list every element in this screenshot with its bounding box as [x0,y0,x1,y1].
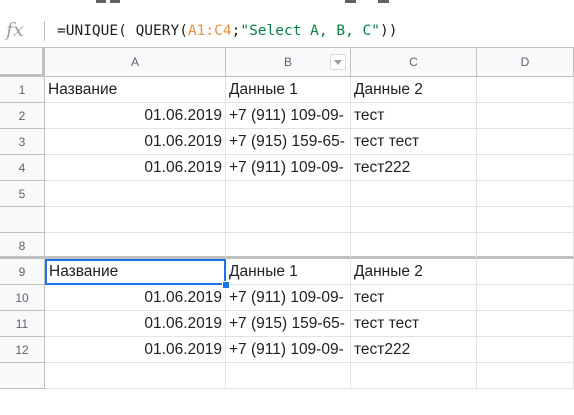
column-header-d[interactable]: D [477,48,574,77]
grid-cell[interactable]: тест тест [351,129,477,155]
grid-cell[interactable] [226,207,351,233]
grid-cell[interactable] [477,77,574,103]
row-header[interactable]: 11 [0,311,45,337]
grid-cell[interactable] [477,311,574,337]
grid-cell[interactable]: Данные 2 [351,77,477,103]
grid-cell[interactable]: тест222 [351,155,477,181]
toolbar-icon[interactable] [110,0,120,3]
toolbar-icon[interactable] [96,0,106,3]
grid-cell[interactable]: Название [45,77,226,103]
row-header[interactable]: 12 [0,337,45,363]
table-row: 3 01.06.2019 +7 (915) 159-65- тест тест [0,129,574,155]
grid-cell[interactable] [226,181,351,207]
grid-cell[interactable] [351,181,477,207]
grid-cell[interactable]: +7 (915) 159-65- [226,311,351,337]
formula-string-literal: "Select A, B, C" [240,23,381,39]
column-header-row: A B C D [0,48,574,77]
column-label: B [283,55,292,69]
formula-bar: fx =UNIQUE( QUERY(A1:C4;"Select A, B, C"… [0,8,574,48]
row-header[interactable]: 3 [0,129,45,155]
formula-bar-divider [44,21,45,41]
table-row: 8 [0,233,574,259]
column-header-b[interactable]: B [226,48,351,77]
row-header[interactable]: 4 [0,155,45,181]
table-row: 12 01.06.2019 +7 (911) 109-09- тест222 [0,337,574,363]
grid-cell[interactable]: 01.06.2019 [45,337,226,363]
select-all-corner[interactable] [0,48,45,77]
grid-cell[interactable] [477,155,574,181]
grid-cell[interactable]: 01.06.2019 [45,311,226,337]
grid-cell[interactable]: +7 (911) 109-09- [226,285,351,311]
column-menu-dropdown-icon[interactable] [330,54,346,70]
grid-cell[interactable] [351,207,477,233]
grid-cell[interactable] [477,207,574,233]
grid-cell[interactable] [477,129,574,155]
grid-cell[interactable]: Данные 1 [226,77,351,103]
row-header[interactable]: 8 [0,233,45,259]
grid-cell[interactable] [477,363,574,389]
grid-cell[interactable] [351,363,477,389]
grid-cell[interactable] [45,181,226,207]
column-label: D [520,55,530,69]
grid-cell[interactable]: тест тест [351,311,477,337]
row-header[interactable]: 2 [0,103,45,129]
column-label: A [130,55,139,69]
grid-cell[interactable]: тест [351,103,477,129]
grid-cell[interactable]: 01.06.2019 [45,103,226,129]
fx-icon: fx [6,19,24,41]
fill-handle[interactable] [222,281,230,289]
grid-cell[interactable] [477,233,574,259]
grid-cell[interactable] [45,207,226,233]
formula-suffix: )) [380,23,398,39]
table-row: 11 01.06.2019 +7 (915) 159-65- тест тест [0,311,574,337]
grid-cell[interactable]: +7 (911) 109-09- [226,103,351,129]
align-left-arrow-icon[interactable] [345,0,356,3]
grid-cell[interactable]: +7 (911) 109-09- [226,155,351,181]
grid-cell[interactable] [226,233,351,259]
table-row: 2 01.06.2019 +7 (911) 109-09- тест [0,103,574,129]
grid-cell[interactable]: Данные 2 [351,259,477,285]
grid-cell[interactable] [226,363,351,389]
grid-cell[interactable]: тест [351,285,477,311]
grid-cell[interactable]: 01.06.2019 [45,155,226,181]
row-header[interactable]: 1 [0,77,45,103]
align-right-arrow-icon[interactable] [378,0,389,3]
grid-cell[interactable] [477,103,574,129]
grid-cell[interactable] [477,259,574,285]
table-row: 9 Название Данные 1 Данные 2 [0,259,574,285]
column-label: C [409,55,418,69]
grid-cell[interactable] [477,285,574,311]
table-row [0,363,574,389]
grid-cell[interactable]: 01.06.2019 [45,129,226,155]
grid-cell[interactable] [477,337,574,363]
row-header[interactable]: 5 [0,181,45,207]
selected-cell[interactable]: Название [45,259,226,285]
column-header-c[interactable]: C [351,48,477,77]
formula-range-ref: A1:C4 [187,23,232,39]
row-header[interactable] [0,363,45,389]
table-row: 5 [0,181,574,207]
table-row [0,207,574,233]
row-header[interactable]: 9 [0,259,45,285]
grid-cell[interactable] [351,233,477,259]
grid-cell[interactable] [477,181,574,207]
toolbar-partial [0,0,574,8]
grid-cell[interactable] [45,233,226,259]
formula-input[interactable]: =UNIQUE( QUERY(A1:C4;"Select A, B, C")) [57,23,398,39]
row-header[interactable]: 10 [0,285,45,311]
row-header[interactable] [0,207,45,233]
formula-prefix: =UNIQUE( QUERY( [57,23,188,39]
column-header-a[interactable]: A [45,48,226,77]
grid-cell[interactable] [45,363,226,389]
table-row: 4 01.06.2019 +7 (911) 109-09- тест222 [0,155,574,181]
grid-cell[interactable]: 01.06.2019 [45,285,226,311]
grid-cell[interactable]: Данные 1 [226,259,351,285]
grid-cell[interactable]: +7 (915) 159-65- [226,129,351,155]
grid-cell[interactable]: тест222 [351,337,477,363]
table-row: 1 Название Данные 1 Данные 2 [0,77,574,103]
table-row: 10 01.06.2019 +7 (911) 109-09- тест [0,285,574,311]
grid-cell[interactable]: +7 (911) 109-09- [226,337,351,363]
